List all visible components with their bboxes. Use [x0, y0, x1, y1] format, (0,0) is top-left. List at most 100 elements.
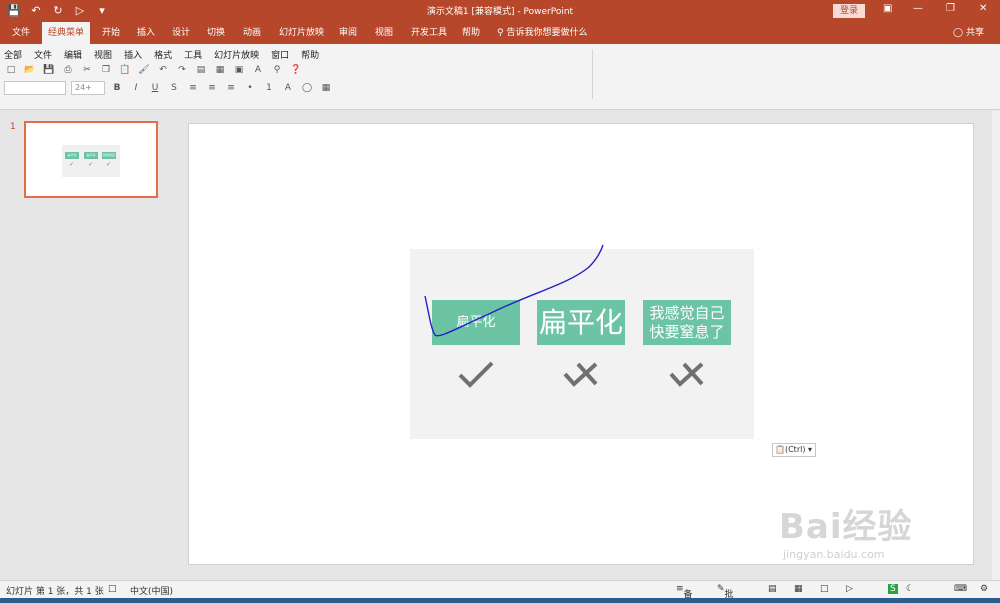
box3-line-1: 我感觉自己	[649, 304, 725, 322]
arrange-icon[interactable]: ▦	[319, 82, 333, 95]
tab-design[interactable]: 设计	[166, 22, 196, 44]
watermark-main: Bai经验	[779, 507, 913, 547]
minimize-icon[interactable]: —	[913, 3, 923, 14]
ime-icon[interactable]: S	[888, 584, 898, 594]
open-icon[interactable]: 📂	[23, 64, 37, 77]
menu-format[interactable]: 格式	[154, 48, 172, 61]
paste-icon[interactable]: 📋	[118, 64, 132, 77]
new-icon[interactable]: □	[4, 64, 18, 77]
menu-view[interactable]: 视图	[94, 48, 112, 61]
tab-file[interactable]: 文件	[6, 22, 36, 44]
menu-edit[interactable]: 编辑	[64, 48, 82, 61]
tab-animations[interactable]: 动画	[237, 22, 267, 44]
slide-number: 1	[10, 122, 16, 132]
font-size-select[interactable]: 24+	[71, 81, 105, 95]
restore-icon[interactable]: ❐	[946, 3, 955, 14]
reading-view-icon[interactable]: □	[820, 584, 829, 594]
table-icon[interactable]: ▦	[213, 64, 227, 77]
thumbnail-box-3: 我感觉自己快要窒息了	[102, 152, 116, 159]
tab-help[interactable]: 帮助	[456, 22, 486, 44]
tab-developer[interactable]: 开发工具	[405, 22, 453, 44]
checkmark-icon: ✓	[69, 161, 75, 168]
menu-file[interactable]: 文件	[34, 48, 52, 61]
tab-slideshow[interactable]: 幻灯片放映	[273, 22, 330, 44]
picture-icon[interactable]: ▣	[232, 64, 246, 77]
flat-text-box-3[interactable]: 我感觉自己 快要窒息了	[643, 300, 731, 345]
share-button[interactable]: ◯ 共享	[953, 22, 984, 44]
menu-insert[interactable]: 插入	[124, 48, 142, 61]
thumbnail-box-1: 扁平化	[65, 152, 79, 159]
underline-icon[interactable]: U	[148, 82, 162, 95]
slide-editing-area: 扁平化 扁平化 我感觉自己 快要窒息了 📋(Ctrl) ▾ Bai经验 jing…	[172, 111, 1000, 580]
comments-button[interactable]: ✎ 批注	[717, 584, 734, 600]
close-icon[interactable]: ✕	[979, 3, 987, 14]
paste-options-tag[interactable]: 📋(Ctrl) ▾	[772, 443, 816, 457]
vertical-scrollbar[interactable]	[992, 111, 1000, 580]
slide-canvas[interactable]: 扁平化 扁平化 我感觉自己 快要窒息了 📋(Ctrl) ▾ Bai经验 jing…	[188, 123, 974, 565]
spelling-icon[interactable]: □	[108, 584, 117, 594]
undo-icon[interactable]: ↶	[156, 64, 170, 77]
login-button[interactable]: 登录	[833, 4, 865, 18]
menu-all[interactable]: 全部	[4, 48, 22, 61]
strikethrough-icon[interactable]: S	[167, 82, 181, 95]
align-left-icon[interactable]: ≡	[186, 82, 200, 95]
watermark-url: jingyan.baidu.com	[783, 548, 885, 561]
ribbon-display-options-icon[interactable]: ▣	[883, 3, 892, 14]
align-center-icon[interactable]: ≡	[205, 82, 219, 95]
cut-icon[interactable]: ✂	[80, 64, 94, 77]
watermark: Bai经验 jingyan.baidu.com	[779, 499, 913, 561]
thumbnail-content: 扁平化 扁平化 我感觉自己快要窒息了 ✓ ✓ ✓	[62, 145, 120, 177]
slide-sorter-icon[interactable]: ▦	[794, 584, 803, 594]
chart-icon[interactable]: ▤	[194, 64, 208, 77]
tab-home[interactable]: 开始	[96, 22, 126, 44]
ribbon-body: 全部 文件 编辑 视图 插入 格式 工具 幻灯片放映 窗口 帮助 □ 📂 💾 ⎙…	[0, 44, 1000, 110]
tab-classic-menu[interactable]: 经典菜单	[42, 22, 91, 44]
tab-view[interactable]: 视图	[369, 22, 399, 44]
menu-window[interactable]: 窗口	[271, 48, 289, 61]
title-bar: 💾 ↶ ↻ ▷ ▾ 演示文稿1 [兼容模式] - PowerPoint 登录 ▣…	[0, 0, 1000, 22]
font-color-icon[interactable]: A	[281, 82, 295, 95]
checkmark-icon: ✓	[88, 161, 94, 168]
notes-button[interactable]: ≡ 备注	[676, 584, 693, 600]
bold-icon[interactable]: B	[110, 82, 124, 95]
print-icon[interactable]: ⎙	[61, 64, 75, 77]
menu-tools[interactable]: 工具	[184, 48, 202, 61]
copy-icon[interactable]: ❐	[99, 64, 113, 77]
help-icon[interactable]: ❓	[289, 64, 303, 77]
bullets-icon[interactable]: •	[243, 82, 257, 95]
tell-me-search[interactable]: ⚲ 告诉我你想要做什么	[497, 22, 587, 44]
keyboard-icon[interactable]: ⌨	[954, 584, 967, 594]
os-taskbar	[0, 598, 1000, 603]
toolbar-row-1: □ 📂 💾 ⎙ ✂ ❐ 📋 🖌 ↶ ↷ ▤ ▦ ▣ A ⚲ ❓	[4, 64, 303, 77]
normal-view-icon[interactable]: ▤	[768, 584, 777, 594]
check-cross-icon	[563, 362, 598, 387]
align-right-icon[interactable]: ≡	[224, 82, 238, 95]
toolbar-row-2: 24+ B I U S ≡ ≡ ≡ • 1 A ◯ ▦	[4, 81, 333, 95]
slideshow-view-icon[interactable]: ▷	[846, 584, 853, 594]
textbox-icon[interactable]: A	[251, 64, 265, 77]
tab-transitions[interactable]: 切换	[201, 22, 231, 44]
menu-help[interactable]: 帮助	[301, 48, 319, 61]
redo-icon[interactable]: ↷	[175, 64, 189, 77]
language-indicator[interactable]: 中文(中国)	[130, 584, 173, 597]
box3-line-2: 快要窒息了	[649, 323, 725, 341]
ime-mode-icon[interactable]: ☾	[906, 584, 914, 594]
tab-review[interactable]: 审阅	[333, 22, 363, 44]
slide-thumbnail[interactable]: 扁平化 扁平化 我感觉自己快要窒息了 ✓ ✓ ✓	[24, 121, 158, 198]
numbering-icon[interactable]: 1	[262, 82, 276, 95]
thumbnail-box-2: 扁平化	[84, 152, 98, 159]
italic-icon[interactable]: I	[129, 82, 143, 95]
person-icon: ◯	[953, 28, 964, 38]
format-painter-icon[interactable]: 🖌	[137, 64, 151, 77]
settings-icon[interactable]: ⚙	[980, 584, 988, 594]
save-icon[interactable]: 💾	[42, 64, 56, 77]
shapes-icon[interactable]: ◯	[300, 82, 314, 95]
menu-slideshow[interactable]: 幻灯片放映	[214, 48, 259, 61]
freehand-ink-stroke[interactable]	[419, 239, 619, 349]
zoom-icon[interactable]: ⚲	[270, 64, 284, 77]
checkmark-icon	[458, 361, 494, 388]
font-name-select[interactable]	[4, 81, 66, 95]
slide-thumbnail-pane: 1 扁平化 扁平化 我感觉自己快要窒息了 ✓ ✓ ✓	[0, 111, 170, 580]
checkmark-icon: ✓	[106, 161, 112, 168]
tab-insert[interactable]: 插入	[131, 22, 161, 44]
